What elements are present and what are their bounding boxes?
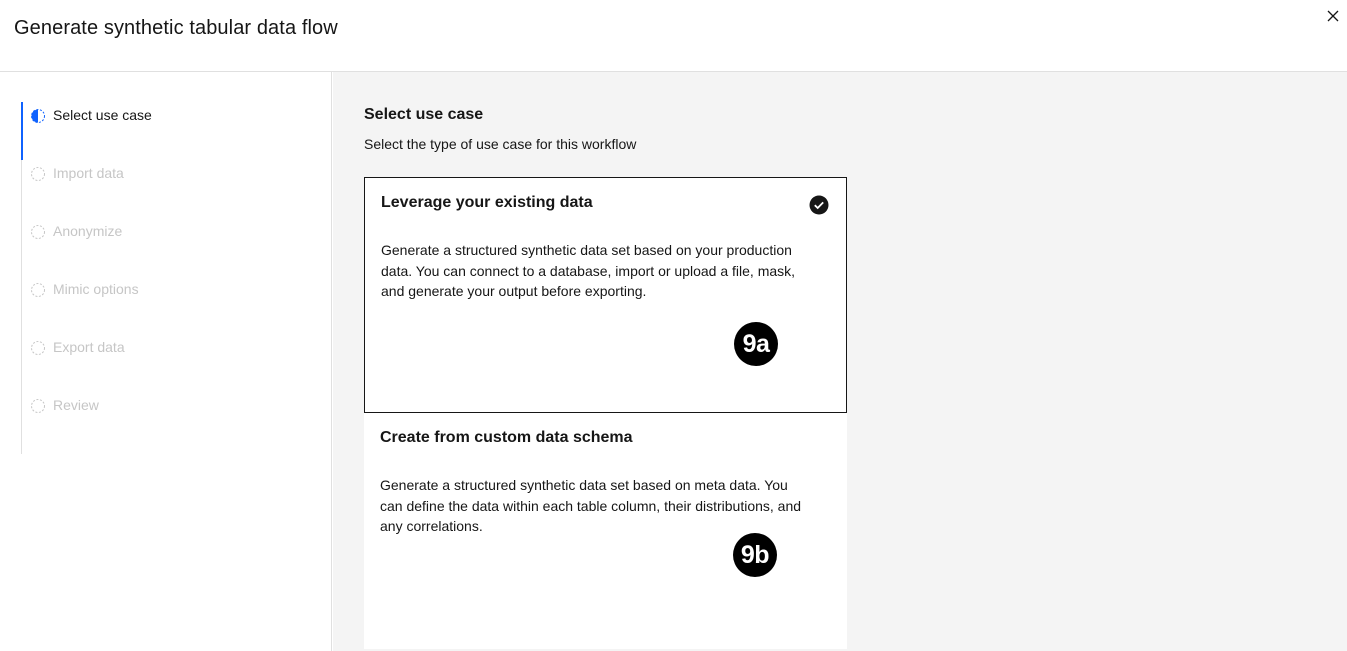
dashed-circle-icon xyxy=(31,341,45,355)
step-bar xyxy=(21,160,23,218)
close-button[interactable] xyxy=(1323,6,1343,26)
modal-header: Generate synthetic tabular data flow xyxy=(0,0,1347,72)
callout-badge: 9a xyxy=(734,322,778,366)
step-anonymize[interactable]: Anonymize xyxy=(21,218,321,276)
callout-badge: 9b xyxy=(733,533,777,577)
step-select-use-case[interactable]: Select use case xyxy=(21,102,321,160)
tile-custom-data-schema[interactable]: Create from custom data schema Generate … xyxy=(364,413,847,649)
checkmark-filled-icon xyxy=(809,195,829,215)
step-label: Review xyxy=(53,397,99,413)
step-review[interactable]: Review xyxy=(21,392,321,450)
progress-sidebar: Select use case Import data Anonymize Mi… xyxy=(0,72,332,651)
tile-title: Create from custom data schema xyxy=(380,429,633,446)
step-mimic-options[interactable]: Mimic options xyxy=(21,276,321,334)
half-circle-icon xyxy=(31,109,45,123)
step-bar xyxy=(21,334,23,392)
close-icon xyxy=(1327,10,1339,22)
step-label: Import data xyxy=(53,165,124,181)
dashed-circle-icon xyxy=(31,167,45,181)
step-label: Anonymize xyxy=(53,223,123,239)
step-label: Mimic options xyxy=(53,281,139,297)
main-content: Select use case Select the type of use c… xyxy=(333,72,1347,651)
section-title: Select use case xyxy=(364,106,484,123)
step-export-data[interactable]: Export data xyxy=(21,334,321,392)
tile-description: Generate a structured synthetic data set… xyxy=(380,477,802,534)
step-bar xyxy=(21,392,23,450)
tile-leverage-existing-data[interactable]: Leverage your existing data Generate a s… xyxy=(364,177,847,413)
step-label: Export data xyxy=(53,339,125,355)
step-import-data[interactable]: Import data xyxy=(21,160,321,218)
dashed-circle-icon xyxy=(31,225,45,239)
dashed-circle-icon xyxy=(31,399,45,413)
section-subtitle: Select the type of use case for this wor… xyxy=(364,136,637,152)
step-label: Select use case xyxy=(53,107,152,123)
tile-description: Generate a structured synthetic data set… xyxy=(381,242,796,299)
step-bar xyxy=(21,218,23,276)
active-step-indicator xyxy=(21,102,23,160)
step-bar xyxy=(21,276,23,334)
dashed-circle-icon xyxy=(31,283,45,297)
tile-title: Leverage your existing data xyxy=(381,194,593,211)
page-title: Generate synthetic tabular data flow xyxy=(14,17,338,39)
